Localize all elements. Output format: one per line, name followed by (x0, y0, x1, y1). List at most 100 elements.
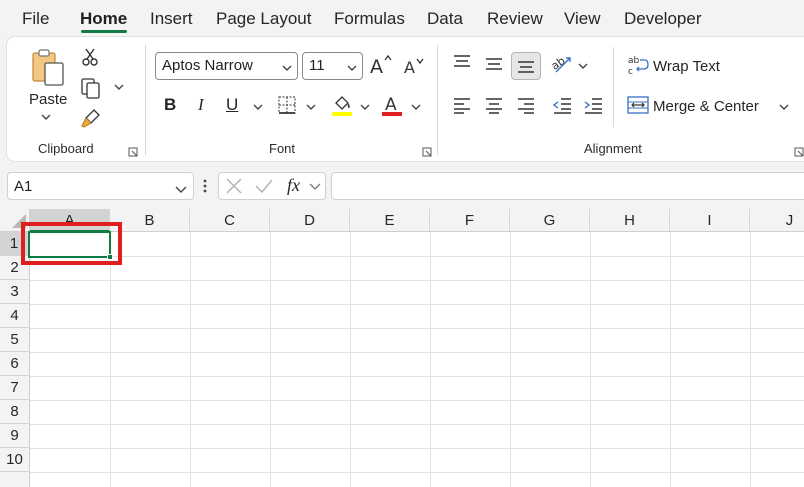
orientation-dropdown-icon[interactable] (578, 62, 588, 70)
decrease-font-size-icon[interactable]: A (403, 56, 425, 76)
gridline (30, 352, 804, 353)
gridline (30, 424, 804, 425)
gridline (30, 400, 804, 401)
row-header-5[interactable]: 5 (0, 328, 30, 352)
spreadsheet-grid: A B C D E F G H I J 1 2 3 4 5 6 7 8 9 10 (0, 209, 804, 487)
font-color-swatch (382, 112, 402, 116)
merge-center-button[interactable]: Merge & Center (653, 98, 759, 115)
row-header-3[interactable]: 3 (0, 280, 30, 304)
tab-review[interactable]: Review (487, 9, 543, 29)
fill-color-swatch (332, 112, 352, 116)
merge-center-dropdown-icon[interactable] (779, 103, 789, 111)
gridline (30, 448, 804, 449)
name-box-value: A1 (14, 178, 33, 195)
underline-button[interactable]: U (226, 95, 238, 115)
clipboard-launcher-icon[interactable] (128, 144, 138, 157)
gridline (30, 376, 804, 377)
merge-center-icon[interactable] (627, 95, 649, 115)
clipboard-group-label: Clipboard (38, 141, 94, 156)
alignment-group-label: Alignment (584, 141, 642, 156)
ribbon: Paste Clipboard Aptos Narrow 11 A A B I … (7, 37, 804, 161)
column-header-h[interactable]: H (590, 209, 670, 232)
chevron-down-icon (282, 59, 292, 76)
gridline (30, 304, 804, 305)
svg-text:A: A (370, 56, 383, 76)
copy-icon[interactable] (80, 77, 102, 99)
align-bottom-icon[interactable] (511, 52, 541, 80)
column-header-b[interactable]: B (110, 209, 190, 232)
tab-developer[interactable]: Developer (624, 9, 702, 29)
row-header-4[interactable]: 4 (0, 304, 30, 328)
svg-text:ab: ab (628, 56, 640, 66)
formula-input[interactable] (331, 172, 804, 200)
format-painter-icon[interactable] (80, 107, 102, 129)
font-launcher-icon[interactable] (422, 144, 432, 157)
gridline (30, 472, 804, 473)
tab-data[interactable]: Data (427, 9, 463, 29)
fx-dropdown-icon[interactable] (309, 183, 321, 191)
paste-dropdown-icon[interactable] (41, 113, 51, 121)
tab-view[interactable]: View (564, 9, 601, 29)
copy-dropdown-icon[interactable] (114, 83, 124, 91)
tab-home[interactable]: Home (80, 9, 127, 29)
underline-dropdown-icon[interactable] (253, 103, 263, 111)
bold-button[interactable]: B (164, 95, 176, 115)
align-top-icon[interactable] (452, 53, 472, 71)
font-name-value: Aptos Narrow (162, 57, 253, 74)
borders-icon[interactable] (277, 95, 297, 115)
align-middle-icon[interactable] (484, 55, 504, 73)
borders-dropdown-icon[interactable] (306, 103, 316, 111)
align-left-icon[interactable] (452, 96, 472, 114)
orientation-icon[interactable]: ab (550, 53, 574, 75)
column-header-i[interactable]: I (670, 209, 750, 232)
chevron-down-icon (175, 181, 187, 198)
decrease-indent-icon[interactable] (552, 96, 572, 114)
increase-indent-icon[interactable] (583, 96, 603, 114)
svg-text:c: c (628, 67, 633, 76)
row-header-10[interactable]: 10 (0, 448, 30, 472)
column-header-f[interactable]: F (430, 209, 510, 232)
fill-color-dropdown-icon[interactable] (360, 103, 370, 111)
column-header-d[interactable]: D (270, 209, 350, 232)
increase-font-size-icon[interactable]: A (369, 54, 393, 76)
annotation-highlight-box (21, 222, 122, 265)
menu-bar: File Home Insert Page Layout Formulas Da… (0, 0, 804, 36)
column-header-e[interactable]: E (350, 209, 430, 232)
font-name-select[interactable]: Aptos Narrow (155, 52, 298, 80)
paste-icon[interactable] (29, 47, 69, 87)
cut-icon[interactable] (81, 47, 99, 67)
subgroup-separator (613, 47, 614, 127)
fill-color-icon[interactable] (331, 93, 353, 117)
font-group-label: Font (269, 141, 296, 156)
more-options-icon[interactable] (202, 178, 208, 194)
wrap-text-button[interactable]: Wrap Text (653, 58, 720, 75)
paste-label[interactable]: Paste (29, 91, 67, 108)
chevron-down-icon (347, 59, 357, 76)
row-header-6[interactable]: 6 (0, 352, 30, 376)
row-header-8[interactable]: 8 (0, 400, 30, 424)
tab-formulas[interactable]: Formulas (334, 9, 405, 29)
font-color-dropdown-icon[interactable] (411, 103, 421, 111)
name-box[interactable]: A1 (7, 172, 194, 200)
column-header-g[interactable]: G (510, 209, 590, 232)
enter-icon[interactable] (254, 177, 274, 195)
tab-page-layout[interactable]: Page Layout (216, 9, 311, 29)
cancel-icon[interactable] (225, 177, 243, 195)
wrap-text-icon[interactable]: ab c (627, 54, 649, 76)
group-separator (145, 45, 146, 155)
align-center-icon[interactable] (484, 96, 504, 114)
italic-button[interactable]: I (198, 95, 204, 115)
align-right-icon[interactable] (516, 96, 536, 114)
row-header-11[interactable] (0, 472, 30, 487)
insert-function-button[interactable]: fx (287, 175, 300, 196)
row-header-7[interactable]: 7 (0, 376, 30, 400)
font-color-icon[interactable]: A (381, 93, 403, 117)
alignment-launcher-icon[interactable] (794, 144, 804, 157)
row-header-9[interactable]: 9 (0, 424, 30, 448)
font-size-select[interactable]: 11 (302, 52, 363, 80)
tab-file[interactable]: File (22, 9, 49, 29)
column-header-j[interactable]: J (750, 209, 804, 232)
tab-insert[interactable]: Insert (150, 9, 193, 29)
column-header-c[interactable]: C (190, 209, 270, 232)
active-tab-indicator (81, 30, 127, 33)
